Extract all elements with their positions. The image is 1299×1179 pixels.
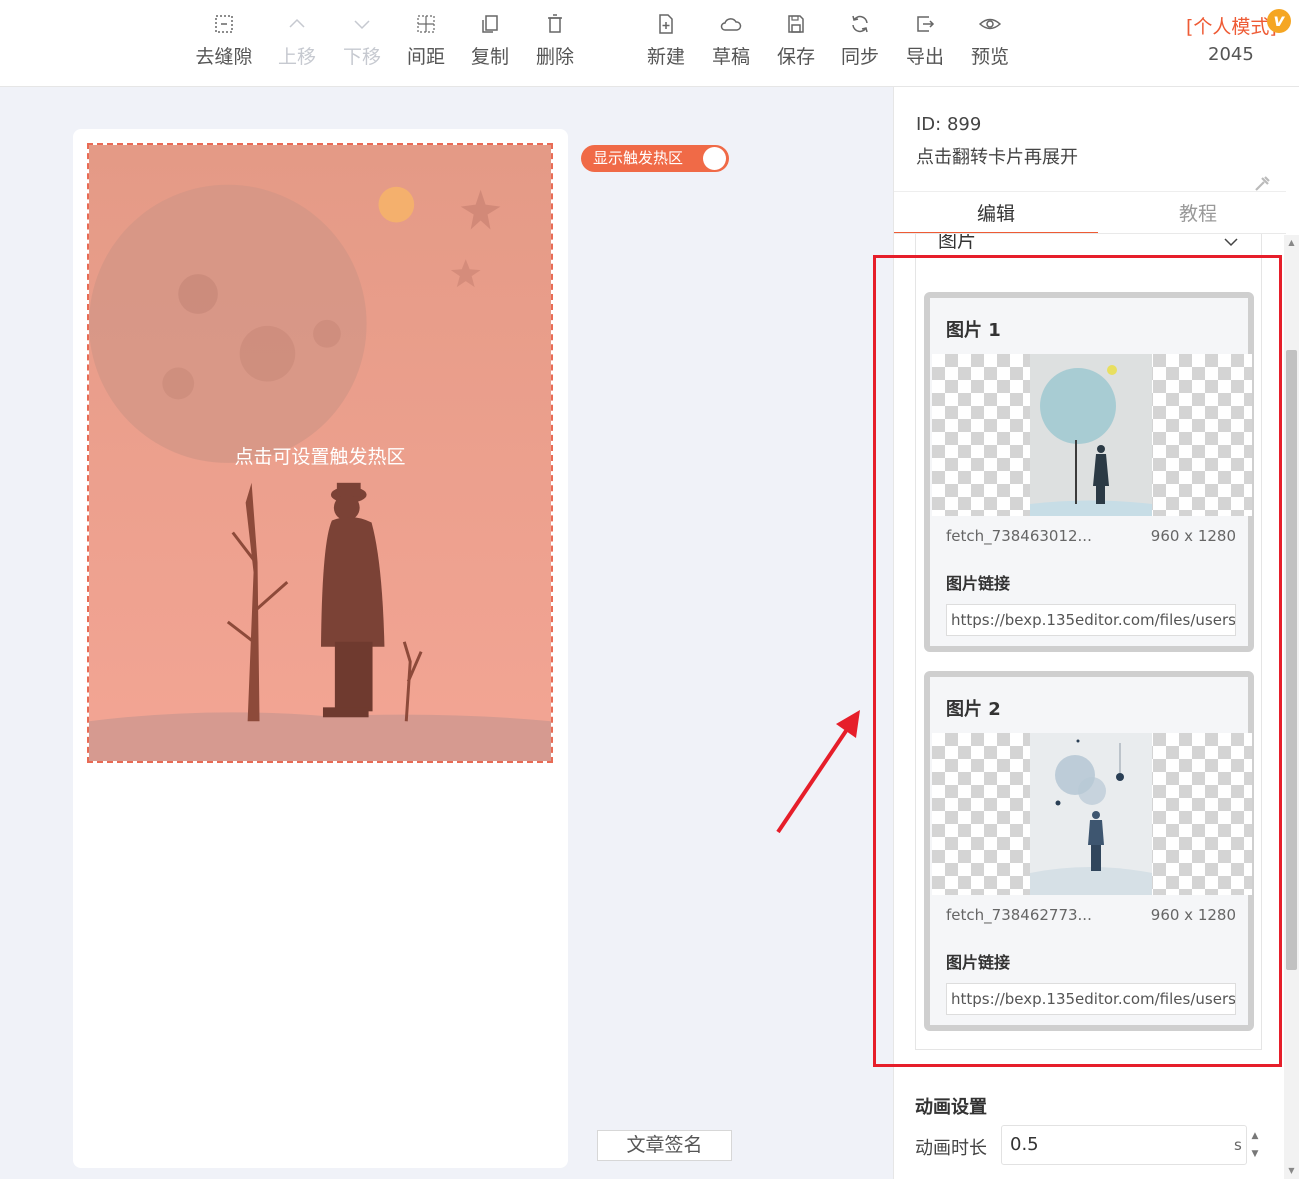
- image-dimensions: 960 x 1280: [1150, 906, 1236, 924]
- show-hotzone-toggle[interactable]: 显示触发热区: [581, 145, 729, 172]
- spacing-button[interactable]: 间距: [391, 12, 461, 69]
- copy-button[interactable]: 复制: [455, 12, 525, 69]
- vip-badge-icon[interactable]: v: [1267, 9, 1291, 33]
- image-thumbnail[interactable]: [932, 354, 1252, 516]
- new-button[interactable]: 新建: [631, 12, 701, 69]
- spacing-icon: [414, 12, 438, 36]
- sync-button[interactable]: 同步: [825, 12, 895, 69]
- chevron-up-icon: [285, 12, 309, 36]
- scroll-up-icon[interactable]: ▲: [1286, 238, 1297, 247]
- animation-duration-unit: s: [1234, 1136, 1242, 1154]
- annotation-arrow-icon: [776, 710, 860, 834]
- eye-icon: [978, 12, 1002, 36]
- export-label: 导出: [905, 46, 944, 68]
- trigger-hotzone[interactable]: 点击可设置触发热区: [87, 143, 553, 763]
- delete-button[interactable]: 删除: [520, 12, 590, 69]
- image-link-input[interactable]: https://bexp.135editor.com/files/users/0…: [946, 983, 1236, 1015]
- image-list: 图片 1 fetch_738463012... 960 x 1280 图片链接 …: [915, 254, 1262, 1050]
- export-icon: [913, 12, 937, 36]
- move-up-button[interactable]: 上移: [262, 12, 332, 69]
- animation-duration-label: 动画时长: [915, 1138, 987, 1159]
- thumbnail-image-2: [1030, 733, 1152, 895]
- properties-panel: ID: 899 点击翻转卡片再展开 编辑 教程 图片 图片 1 fetch_73…: [893, 87, 1299, 1179]
- hotzone-hint-text: 点击可设置触发热区: [234, 446, 406, 468]
- chevron-down-icon: [350, 12, 374, 36]
- image-dimensions: 960 x 1280: [1150, 527, 1236, 545]
- draft-button[interactable]: 草稿: [696, 12, 766, 69]
- toggle-knob: [703, 147, 726, 170]
- chevron-down-icon: [1224, 238, 1238, 247]
- component-description: 点击翻转卡片再展开: [916, 147, 1078, 168]
- sync-label: 同步: [840, 46, 879, 68]
- copy-icon: [478, 12, 502, 36]
- save-icon: [784, 12, 808, 36]
- panel-scrollbar-thumb[interactable]: [1286, 350, 1297, 970]
- save-label: 保存: [776, 46, 815, 68]
- animation-settings-title: 动画设置: [915, 1097, 987, 1118]
- save-button[interactable]: 保存: [761, 12, 831, 69]
- copy-label: 复制: [470, 46, 509, 68]
- export-button[interactable]: 导出: [890, 12, 960, 69]
- preview-button[interactable]: 预览: [955, 12, 1025, 69]
- new-label: 新建: [646, 46, 685, 68]
- image-filename: fetch_738462773...: [946, 906, 1092, 924]
- count-value: 2045: [1208, 44, 1254, 65]
- duration-stepper[interactable]: ▲ ▼: [1248, 1127, 1262, 1163]
- move-down-button[interactable]: 下移: [327, 12, 397, 69]
- image-link-label: 图片链接: [946, 574, 1011, 593]
- toolbar: 去缝隙 上移 下移 间距 复制 删除 新建 草稿 保存 同步 导出 预览 [个人…: [0, 0, 1299, 87]
- image-link-input[interactable]: https://bexp.135editor.com/files/users/0…: [946, 604, 1236, 636]
- draft-label: 草稿: [711, 46, 750, 68]
- sync-icon: [848, 12, 872, 36]
- new-file-icon: [654, 12, 678, 36]
- move-up-label: 上移: [277, 46, 316, 68]
- image-section-header[interactable]: 图片: [915, 234, 1262, 254]
- show-hotzone-label: 显示触发热区: [593, 149, 684, 167]
- tab-edit[interactable]: 编辑: [977, 199, 1015, 226]
- image-card-title: 图片 2: [946, 699, 1001, 720]
- image-card-1: 图片 1 fetch_738463012... 960 x 1280 图片链接 …: [924, 292, 1254, 652]
- move-down-label: 下移: [342, 46, 381, 68]
- personal-mode-label[interactable]: [个人模式]: [1186, 12, 1277, 39]
- image-card-title: 图片 1: [946, 320, 1001, 341]
- image-filename: fetch_738463012...: [946, 527, 1092, 545]
- delete-label: 删除: [535, 46, 574, 68]
- animation-duration-input[interactable]: 0.5: [1001, 1125, 1247, 1165]
- cloud-icon: [719, 12, 743, 36]
- image-thumbnail[interactable]: [932, 733, 1252, 895]
- thumbnail-image-1: [1030, 354, 1152, 516]
- image-card-2: 图片 2 fetch_738462773... 960 x 1280 图片链接 …: [924, 671, 1254, 1031]
- image-link-label: 图片链接: [946, 953, 1011, 972]
- tab-tutorial[interactable]: 教程: [1179, 199, 1217, 226]
- scroll-down-icon[interactable]: ▼: [1286, 1166, 1297, 1175]
- remove-gap-label: 去缝隙: [195, 46, 253, 68]
- spacing-label: 间距: [406, 46, 445, 68]
- trash-icon: [543, 12, 567, 36]
- gap-remove-icon: [212, 12, 236, 36]
- article-signature-button[interactable]: 文章签名: [597, 1130, 732, 1161]
- image-section-title: 图片: [938, 234, 977, 252]
- component-id: ID: 899: [916, 114, 982, 135]
- tabs-divider: [894, 191, 1286, 192]
- remove-gap-button[interactable]: 去缝隙: [189, 12, 259, 69]
- preview-label: 预览: [970, 46, 1009, 68]
